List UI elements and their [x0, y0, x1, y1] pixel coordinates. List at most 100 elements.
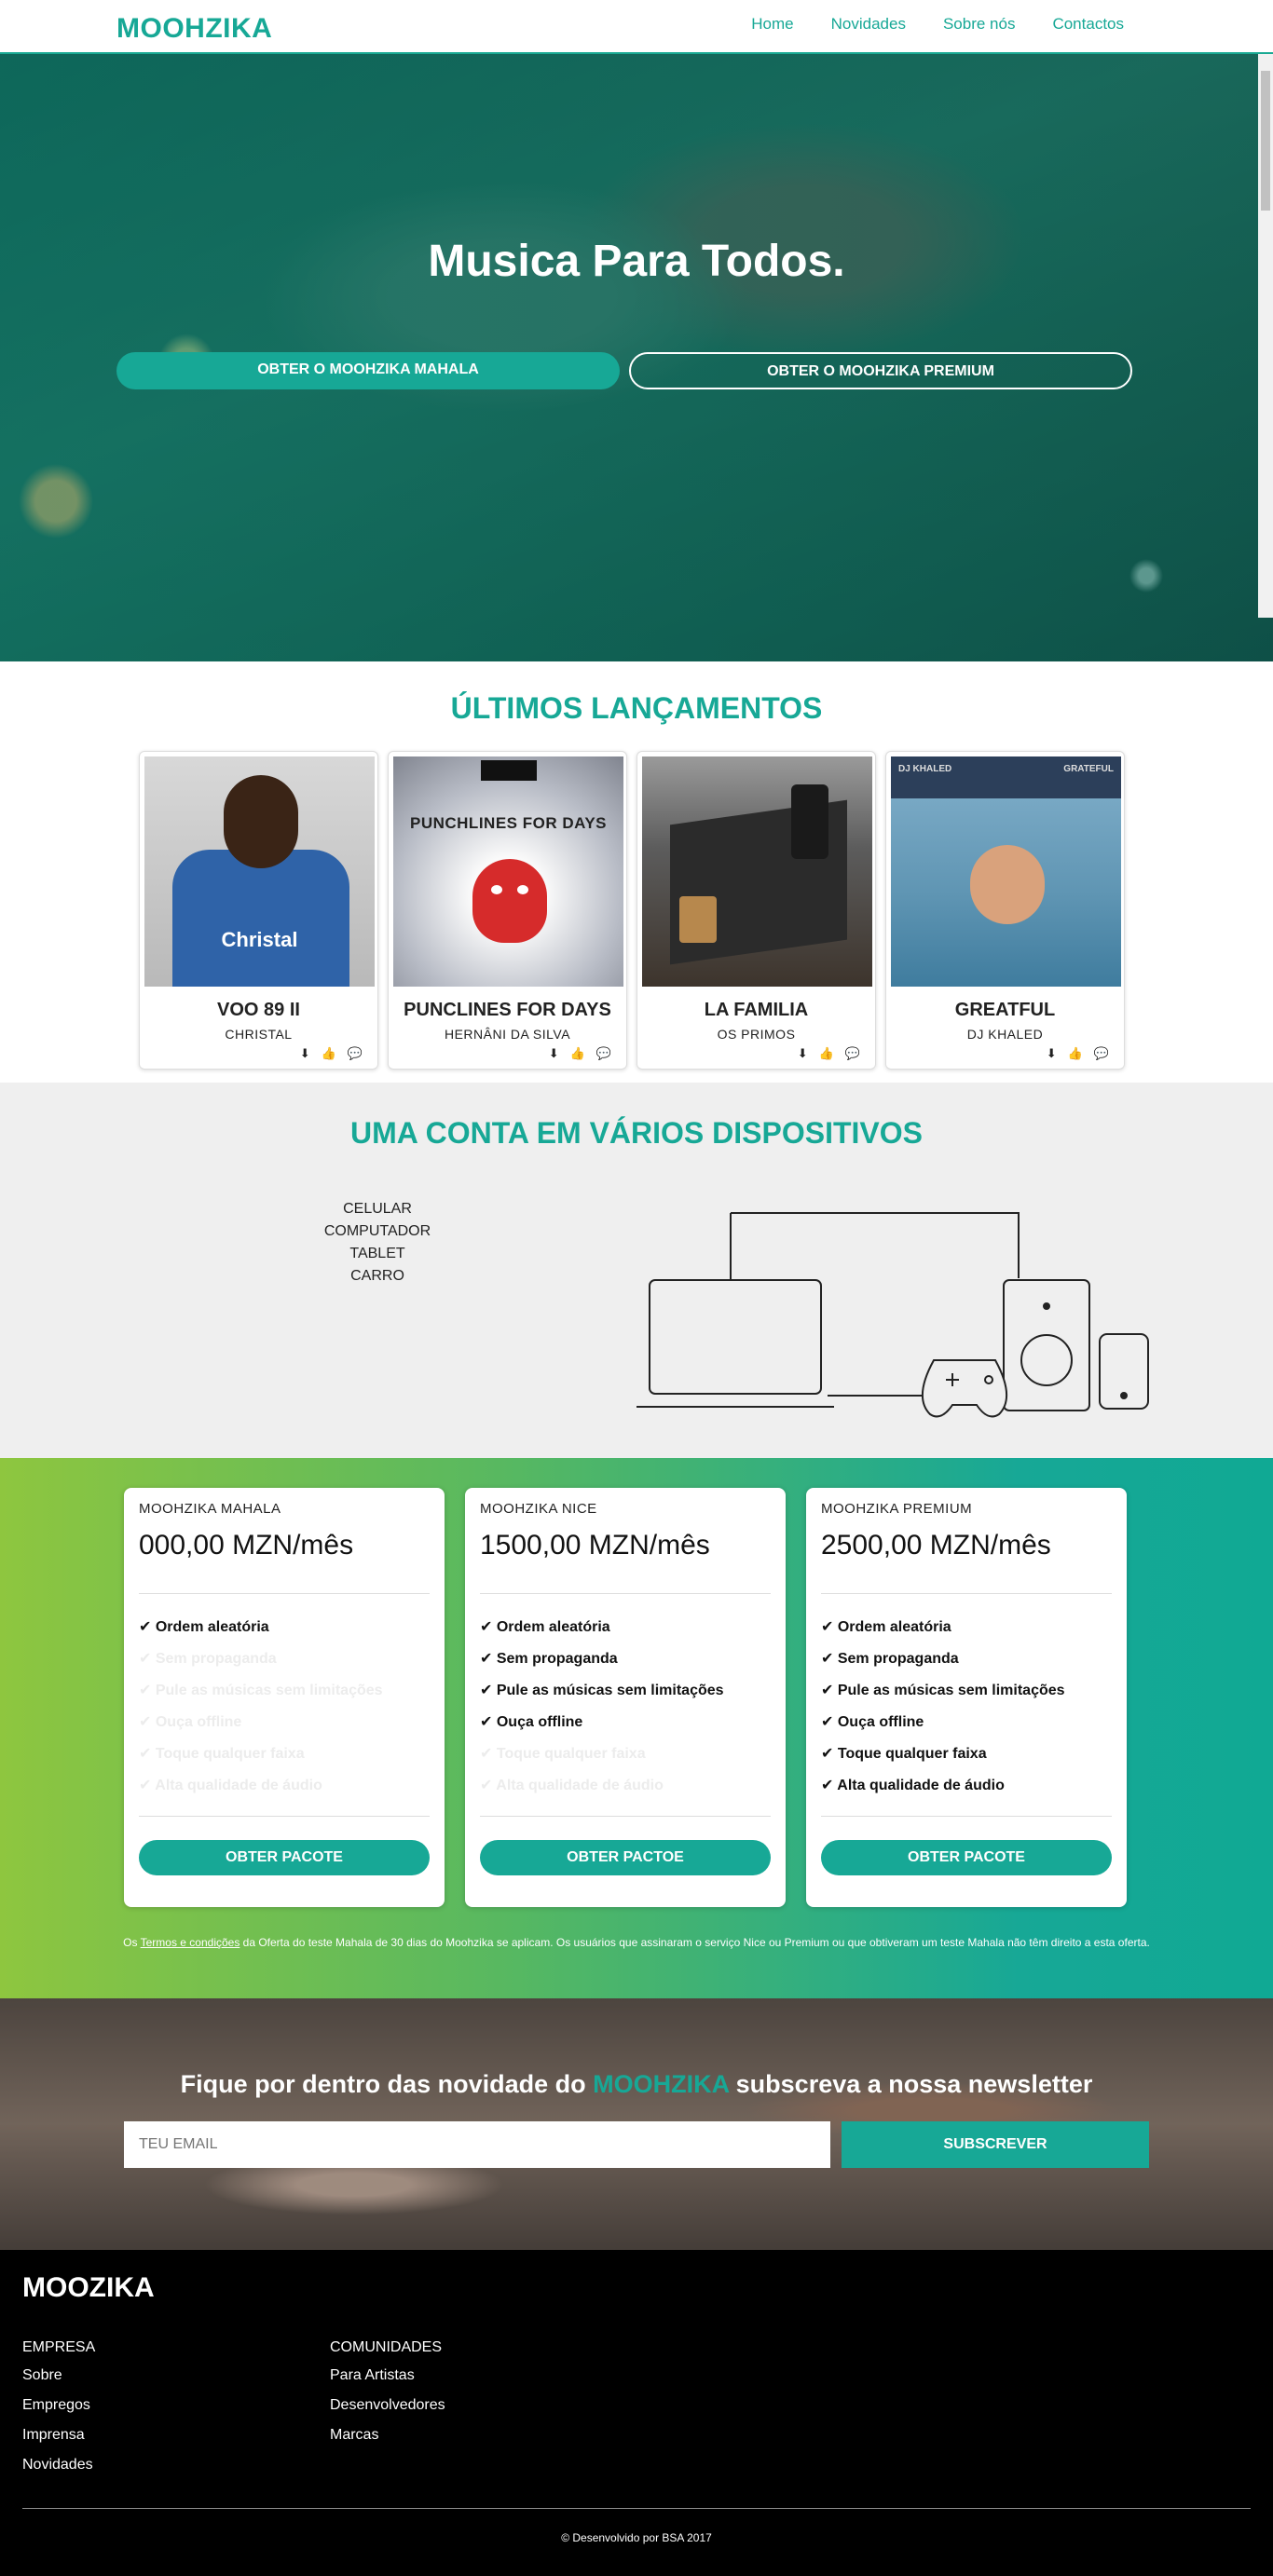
footer-brand: MOOZIKA: [22, 2272, 155, 2303]
cover-logo-shape: [481, 760, 537, 781]
release-title[interactable]: VOO 89 II: [140, 1000, 377, 1021]
get-package-button[interactable]: OBTER PACOTE: [821, 1840, 1112, 1875]
comment-icon[interactable]: 💬: [348, 1046, 363, 1061]
device-item: CARRO: [350, 1268, 404, 1284]
release-title[interactable]: PUNCLINES FOR DAYS: [389, 1000, 626, 1021]
footer-link[interactable]: Marcas: [330, 2427, 445, 2457]
footer-link[interactable]: Imprensa: [22, 2427, 95, 2457]
comment-icon[interactable]: 💬: [1094, 1046, 1109, 1061]
footer-link[interactable]: Desenvolvedores: [330, 2397, 445, 2427]
terms-link[interactable]: Termos e condições: [141, 1936, 240, 1949]
release-card[interactable]: PUNCHLINES FOR DAYS PUNCLINES FOR DAYS H…: [388, 751, 627, 1070]
feature-item: ✔ Ouça offline: [139, 1714, 242, 1730]
feature-label: Toque qualquer faixa: [496, 1746, 646, 1762]
album-cover[interactable]: [642, 756, 872, 987]
feature-label: Ouça offline: [837, 1714, 924, 1730]
footer: MOOZIKA EMPRESA Sobre Empregos Imprensa …: [0, 2250, 1273, 2576]
thumbs-up-icon[interactable]: 👍: [819, 1046, 834, 1061]
release-artist[interactable]: DJ KHALED: [886, 1027, 1124, 1042]
feature-item: ✔ Toque qualquer faixa: [821, 1746, 987, 1762]
release-title[interactable]: GREATFUL: [886, 1000, 1124, 1021]
feature-item: ✔ Pule as músicas sem limitações: [480, 1683, 724, 1698]
download-icon[interactable]: ⬇: [798, 1046, 808, 1061]
comment-icon[interactable]: 💬: [596, 1046, 611, 1061]
copyright-text: © Desenvolvido por BSA 2017: [561, 2531, 712, 2544]
nav-link-home[interactable]: Home: [751, 15, 793, 34]
download-icon[interactable]: ⬇: [549, 1046, 559, 1061]
newsletter-title-accent: MOOHZIKA: [593, 2070, 730, 2098]
feature-label: Toque qualquer faixa: [155, 1746, 305, 1762]
feature-item: ✔ Ouça offline: [821, 1714, 924, 1730]
devices-illustration: [636, 1212, 1149, 1418]
plan-price: 000,00 MZN/mês: [139, 1530, 354, 1561]
footer-column-title: COMUNIDADES: [330, 2339, 443, 2355]
release-title[interactable]: LA FAMILIA: [637, 1000, 875, 1021]
feature-label: Ouça offline: [496, 1714, 583, 1730]
feature-label: Pule as músicas sem limitações: [837, 1683, 1065, 1698]
feature-item: ✔ Ouça offline: [480, 1714, 583, 1730]
nav-link-novidades[interactable]: Novidades: [831, 15, 906, 34]
nav-link-contactos[interactable]: Contactos: [1052, 15, 1124, 34]
download-icon[interactable]: ⬇: [1047, 1046, 1057, 1061]
release-card[interactable]: LA FAMILIA OS PRIMOS ⬇ 👍 💬: [636, 751, 876, 1070]
feature-label: Alta qualidade de áudio: [155, 1778, 322, 1793]
plan-card-nice: MOOHZIKA NICE 1500,00 MZN/mês ✔ Ordem al…: [465, 1488, 786, 1907]
thumbs-up-icon[interactable]: 👍: [1068, 1046, 1083, 1061]
device-list: CELULAR COMPUTADOR TABLET CARRO: [308, 1198, 447, 1288]
get-mahala-button[interactable]: OBTER O MOOHZIKA MAHALA: [116, 352, 620, 389]
get-premium-button[interactable]: OBTER O MOOHZIKA PREMIUM: [629, 352, 1132, 389]
nav-link-sobre[interactable]: Sobre nós: [943, 15, 1016, 34]
cover-glass-shape: [679, 896, 717, 943]
feature-item: ✔ Sem propaganda: [139, 1651, 277, 1667]
scrollbar-thumb[interactable]: [1261, 71, 1270, 211]
get-package-button[interactable]: OBTER PACTOE: [480, 1840, 771, 1875]
plan-name: MOOHZIKA PREMIUM: [821, 1501, 973, 1517]
divider: [139, 1816, 430, 1817]
footer-link[interactable]: Para Artistas: [330, 2367, 445, 2397]
top-navbar: MOOHZIKA Home Novidades Sobre nós Contac…: [0, 0, 1273, 54]
feature-item: ✔ Ordem aleatória: [821, 1619, 951, 1635]
release-actions: ⬇ 👍 💬: [300, 1046, 363, 1061]
footer-column-comunidades: COMUNIDADES Para Artistas Desenvolvedore…: [330, 2339, 445, 2457]
cover-head-shape: [224, 775, 298, 868]
device-item: CELULAR: [343, 1201, 412, 1217]
download-icon[interactable]: ⬇: [300, 1046, 310, 1061]
thumbs-up-icon[interactable]: 👍: [322, 1046, 336, 1061]
feature-item: ✔ Pule as músicas sem limitações: [821, 1683, 1065, 1698]
get-package-button[interactable]: OBTER PACOTE: [139, 1840, 430, 1875]
release-card[interactable]: DJ KHALED GRATEFUL GREATFUL DJ KHALED ⬇ …: [885, 751, 1125, 1070]
feature-label: Toque qualquer faixa: [837, 1746, 987, 1762]
feature-label: Alta qualidade de áudio: [837, 1778, 1005, 1793]
footer-link[interactable]: Sobre: [22, 2367, 95, 2397]
album-cover[interactable]: Christal: [144, 756, 375, 987]
thumbs-up-icon[interactable]: 👍: [570, 1046, 585, 1061]
cover-shirt-shape: [172, 850, 349, 987]
hero-title: Musica Para Todos.: [428, 237, 845, 286]
plan-name: MOOHZIKA NICE: [480, 1501, 597, 1517]
release-card[interactable]: Christal VOO 89 II CHRISTAL ⬇ 👍 💬: [139, 751, 378, 1070]
album-cover[interactable]: PUNCHLINES FOR DAYS: [393, 756, 623, 987]
release-actions: ⬇ 👍 💬: [1047, 1046, 1109, 1061]
release-artist[interactable]: OS PRIMOS: [637, 1027, 875, 1042]
footer-link[interactable]: Empregos: [22, 2397, 95, 2427]
page-scrollbar[interactable]: [1258, 54, 1273, 618]
newsletter-title-suffix: subscreva a nossa newsletter: [729, 2070, 1093, 2098]
comment-icon[interactable]: 💬: [845, 1046, 860, 1061]
devices-title-accent: UMA CONTA: [350, 1116, 528, 1150]
device-item: COMPUTADOR: [323, 1223, 431, 1239]
email-input[interactable]: [124, 2121, 830, 2168]
divider: [821, 1593, 1112, 1594]
plan-name: MOOHZIKA MAHALA: [139, 1501, 281, 1517]
brand-logo[interactable]: MOOHZIKA: [116, 13, 272, 45]
feature-label: Ordem aleatória: [837, 1619, 951, 1635]
release-artist[interactable]: CHRISTAL: [140, 1027, 377, 1042]
feature-label: Sem propaganda: [496, 1651, 618, 1667]
release-artist[interactable]: HERNÂNI DA SILVA: [389, 1027, 626, 1042]
terms-suffix: da Oferta do teste Mahala de 30 dias do …: [240, 1936, 1150, 1949]
album-cover[interactable]: DJ KHALED GRATEFUL: [891, 756, 1121, 987]
subscribe-button[interactable]: SUBSCREVER: [842, 2121, 1149, 2168]
feature-label: Ordem aleatória: [496, 1619, 610, 1635]
divider: [480, 1593, 771, 1594]
footer-link[interactable]: Novidades: [22, 2457, 95, 2487]
nav-links: Home Novidades Sobre nós Contactos: [751, 15, 1124, 34]
